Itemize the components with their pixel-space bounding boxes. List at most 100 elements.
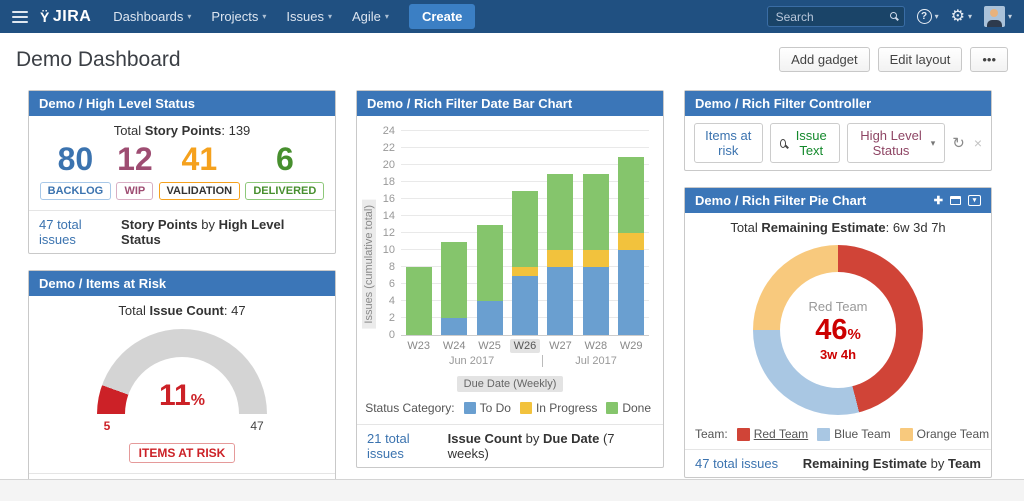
bar-segment[interactable] bbox=[618, 233, 644, 250]
bar-segment[interactable] bbox=[618, 250, 644, 335]
edit-layout-button[interactable]: Edit layout bbox=[878, 47, 963, 72]
y-tick-label: 2 bbox=[369, 312, 395, 324]
more-actions-button[interactable]: ••• bbox=[970, 47, 1008, 72]
add-gadget-button[interactable]: Add gadget bbox=[779, 47, 870, 72]
stat-value: 80 bbox=[58, 143, 94, 177]
gadget-header[interactable]: Demo / High Level Status bbox=[29, 91, 335, 116]
nav-menu-projects[interactable]: Projects▾ bbox=[201, 0, 276, 33]
search-input[interactable] bbox=[767, 6, 905, 27]
gadget-header[interactable]: Demo / Rich Filter Pie Chart ✚ ▾ bbox=[685, 188, 991, 213]
items-at-risk-badge[interactable]: ITEMS AT RISK bbox=[129, 443, 236, 463]
gridline bbox=[401, 130, 649, 131]
bar-segment[interactable] bbox=[512, 267, 538, 276]
legend-swatch bbox=[817, 428, 830, 441]
x-tick-label: W26 bbox=[507, 340, 542, 352]
profile-menu[interactable]: ▾ bbox=[984, 6, 1012, 27]
x-tick-label: W23 bbox=[401, 340, 436, 352]
bar-segment[interactable] bbox=[583, 250, 609, 267]
risk-gauge-chart: 11% 5 47 bbox=[84, 329, 280, 437]
chevron-down-icon: ▾ bbox=[931, 138, 936, 149]
bar-segment[interactable] bbox=[512, 276, 538, 336]
nav-menu-dashboards[interactable]: Dashboards▾ bbox=[103, 0, 201, 33]
stat-badge[interactable]: BACKLOG bbox=[40, 182, 112, 200]
total-issue-count: Total Issue Count: 47 bbox=[29, 296, 335, 321]
gridline bbox=[401, 147, 649, 148]
bar-w29[interactable] bbox=[618, 157, 644, 336]
search-icon[interactable] bbox=[890, 12, 897, 19]
donut-center-labels: Red Team 46% 3w 4h bbox=[753, 245, 923, 415]
bar-w25[interactable] bbox=[477, 225, 503, 336]
page-title: Demo Dashboard bbox=[16, 48, 181, 72]
y-tick-label: 14 bbox=[369, 210, 395, 222]
drag-gadget-icon[interactable]: ✚ bbox=[934, 194, 943, 207]
filter-button-items-at-risk[interactable]: Items at risk bbox=[694, 123, 763, 163]
total-issues-link[interactable]: 47 total issues bbox=[695, 456, 778, 471]
legend-item-red-team[interactable]: Red Team bbox=[737, 427, 808, 441]
gadget-footer: 47 total issues Remaining Estimate by Te… bbox=[685, 449, 991, 477]
gauge-max-label: 47 bbox=[244, 419, 270, 433]
gadget-menu-icon[interactable]: ▾ bbox=[968, 195, 981, 206]
y-tick-label: 20 bbox=[369, 159, 395, 171]
bar-segment[interactable] bbox=[547, 250, 573, 267]
stat-wip: 12 WIP bbox=[116, 143, 153, 200]
bar-w24[interactable] bbox=[441, 242, 467, 336]
y-tick-label: 18 bbox=[369, 176, 395, 188]
stat-badge[interactable]: WIP bbox=[116, 182, 153, 200]
bar-w23[interactable] bbox=[406, 267, 432, 335]
bar-w27[interactable] bbox=[547, 174, 573, 336]
total-issues-link[interactable]: 47 total issues bbox=[39, 217, 121, 247]
bar-segment[interactable] bbox=[477, 301, 503, 335]
bar-segment[interactable] bbox=[441, 318, 467, 335]
refresh-icon[interactable]: ↻ bbox=[952, 136, 965, 151]
bar-segment[interactable] bbox=[477, 225, 503, 302]
stat-value: 41 bbox=[182, 143, 218, 177]
status-stats: 80 BACKLOG12 WIP 41 VALIDATION6 DELIVERED bbox=[29, 141, 335, 210]
bar-segment[interactable] bbox=[547, 174, 573, 251]
filter-button-high-level-status[interactable]: High Level Status▾ bbox=[847, 123, 945, 163]
bar-chart: Issues (cumulative total) 02468101214161… bbox=[357, 132, 663, 424]
settings-menu[interactable]: ⚙ ▾ bbox=[951, 9, 972, 25]
bar-segment[interactable] bbox=[583, 267, 609, 335]
bar-segment[interactable] bbox=[441, 242, 467, 319]
top-navbar: Ÿ JIRA Dashboards▾Projects▾Issues▾Agile▾… bbox=[0, 0, 1024, 33]
bar-w28[interactable] bbox=[583, 174, 609, 336]
gadget-rich-filter-controller: Demo / Rich Filter Controller Items at r… bbox=[684, 90, 992, 171]
bar-segment[interactable] bbox=[618, 157, 644, 234]
chevron-down-icon: ▾ bbox=[385, 12, 389, 21]
y-tick-label: 0 bbox=[369, 329, 395, 341]
jira-logo[interactable]: Ÿ JIRA bbox=[40, 8, 91, 26]
create-button[interactable]: Create bbox=[409, 4, 475, 29]
gadget-header[interactable]: Demo / Rich Filter Controller bbox=[685, 91, 991, 116]
nav-menu-agile[interactable]: Agile▾ bbox=[342, 0, 399, 33]
bar-segment[interactable] bbox=[583, 174, 609, 251]
gadget-summary: Story Points by High Level Status bbox=[121, 217, 325, 247]
gadget-header[interactable]: Demo / Rich Filter Date Bar Chart bbox=[357, 91, 663, 116]
x-tick-label: W24 bbox=[436, 340, 471, 352]
app-switcher-icon[interactable] bbox=[12, 11, 28, 23]
selected-slice-percent: 46% bbox=[815, 316, 861, 345]
stat-badge[interactable]: DELIVERED bbox=[245, 182, 324, 200]
gridline bbox=[401, 164, 649, 165]
maximize-icon[interactable] bbox=[950, 196, 961, 205]
close-icon[interactable]: × bbox=[974, 136, 982, 150]
total-issues-link[interactable]: 21 total issues bbox=[367, 431, 448, 461]
stat-badge[interactable]: VALIDATION bbox=[159, 182, 241, 200]
y-tick-label: 8 bbox=[369, 261, 395, 273]
filter-button-issue-text[interactable]: Issue Text bbox=[770, 123, 841, 163]
chevron-down-icon: ▾ bbox=[968, 12, 972, 21]
gadget-title: Demo / Items at Risk bbox=[39, 276, 166, 291]
bar-segment[interactable] bbox=[406, 267, 432, 335]
help-menu[interactable]: ? ▾ bbox=[917, 9, 939, 24]
y-tick-label: 24 bbox=[369, 125, 395, 137]
nav-menu-issues[interactable]: Issues▾ bbox=[276, 0, 342, 33]
help-icon: ? bbox=[917, 9, 932, 24]
stat-delivered: 6 DELIVERED bbox=[245, 143, 324, 200]
legend-swatch bbox=[900, 428, 913, 441]
bar-segment[interactable] bbox=[512, 191, 538, 268]
legend-item-blue-team[interactable]: Blue Team bbox=[817, 427, 890, 441]
bar-segment[interactable] bbox=[547, 267, 573, 335]
gadget-items-at-risk: Demo / Items at Risk Total Issue Count: … bbox=[28, 270, 336, 501]
gadget-header[interactable]: Demo / Items at Risk bbox=[29, 271, 335, 296]
legend-item-orange-team[interactable]: Orange Team bbox=[900, 427, 990, 441]
bar-w26[interactable] bbox=[512, 191, 538, 336]
